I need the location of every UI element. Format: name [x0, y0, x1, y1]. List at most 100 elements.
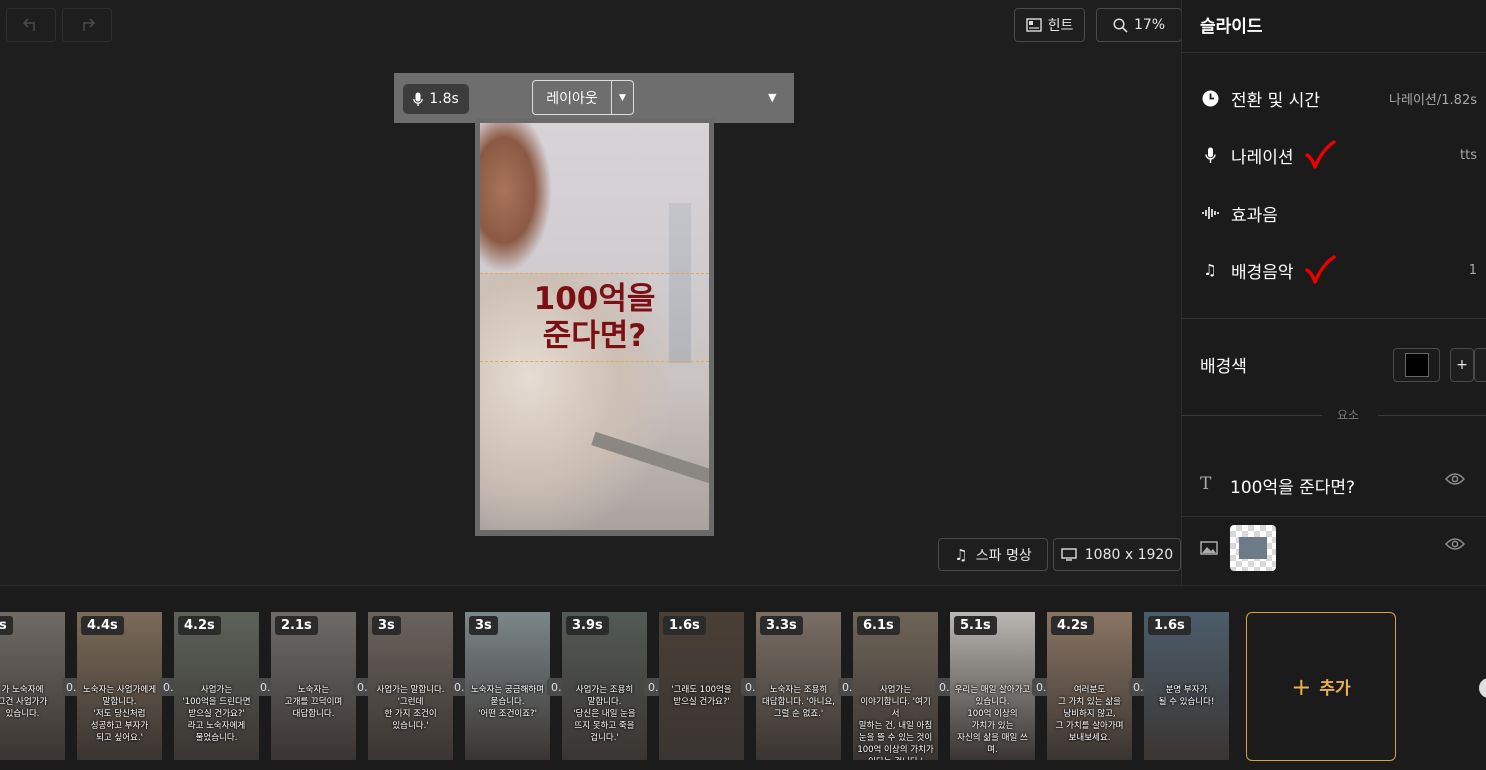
- slide-canvas[interactable]: 100억을 준다면?: [480, 123, 709, 530]
- toolbar-menu-caret[interactable]: ▼: [768, 91, 776, 104]
- clip-caption: 여러분도 그 가치 있는 삶을 낭비하지 않고, 그 가치를 살아가며 보내보세…: [1055, 685, 1124, 743]
- elements-label: 요소: [1337, 408, 1360, 422]
- music-note-icon: ♫: [1203, 261, 1217, 279]
- search-icon: [1113, 17, 1128, 33]
- property-value: tts: [1460, 147, 1477, 163]
- slide-frame: 100억을 준다면?: [475, 118, 714, 536]
- clip-caption: 사업가는 '100억을 드린다면 받으실 건가요?' 라고 노숙자에게 물었습니…: [182, 685, 251, 743]
- plus-icon: +: [1291, 672, 1312, 701]
- timeline-clip[interactable]: 3s 노숙자는 궁금해하며 묻습니다. '어떤 조건이죠?': [465, 612, 550, 760]
- clip-duration: 2.1s: [275, 616, 318, 635]
- background-color-swatch[interactable]: [1393, 348, 1440, 382]
- background-color-label: 배경색: [1200, 357, 1247, 377]
- property-label: 배경음악: [1231, 262, 1294, 283]
- property-label: 효과음: [1231, 205, 1278, 226]
- remove-color-button[interactable]: [1474, 348, 1486, 382]
- person-head: [480, 123, 552, 273]
- text-type-icon: T: [1200, 474, 1212, 494]
- clip-caption: 노숙자는 고개를 끄덕이며 대답합니다.: [284, 685, 343, 719]
- timeline-clip[interactable]: 2s 가 노숙자에 그건 사업가가 있습니다.: [0, 612, 65, 760]
- scroll-handle[interactable]: [1479, 678, 1486, 698]
- divider: [1182, 52, 1486, 53]
- property-transition-time[interactable]: 전환 및 시간 나레이션/1.82s: [1200, 83, 1486, 113]
- hint-icon: [1025, 18, 1042, 32]
- image-type-icon: [1200, 541, 1218, 555]
- microphone-icon: [1200, 147, 1220, 164]
- clock-icon: [1200, 90, 1220, 107]
- element-row-image[interactable]: [1182, 517, 1486, 581]
- undo-icon: [23, 18, 35, 31]
- narration-duration-chip[interactable]: 1.8s: [403, 84, 469, 114]
- zoom-level: 17%: [1133, 17, 1166, 33]
- add-label: 추가: [1319, 679, 1351, 699]
- timeline-clip[interactable]: 5.1s 우리는 매일 살아가고 있습니다. 100억 이상의 가치가 있는 자신…: [950, 612, 1035, 760]
- timeline-clip[interactable]: 3s 사업가는 말합니다. '그런데 한 가지 조건이 있습니다.': [368, 612, 453, 760]
- timeline-clip[interactable]: 4.4s 노숙자는 사업가에게 말합니다. '저도 당신처럼 성공하고 부자가 되…: [77, 612, 162, 760]
- timeline-clip[interactable]: 4.2s 사업가는 '100억을 드린다면 받으실 건가요?' 라고 노숙자에게 …: [174, 612, 259, 760]
- clip-duration: 1.6s: [1148, 616, 1191, 635]
- resolution-button[interactable]: 1080 x 1920: [1053, 538, 1181, 571]
- clip-caption: 가 노숙자에 그건 사업가가 있습니다.: [0, 685, 48, 719]
- property-sound-effect[interactable]: 효과음: [1200, 198, 1486, 228]
- sound-wave-icon: [1200, 206, 1220, 220]
- panel-title: 슬라이드: [1200, 17, 1263, 37]
- check-mark-icon: [1304, 140, 1336, 169]
- timeline-clip[interactable]: 6.1s 사업가는 이야기합니다. '여기서 말하는 건, 내일 아침 눈을 뜰 …: [853, 612, 938, 760]
- eye-icon[interactable]: [1445, 472, 1465, 486]
- music-title: 스파 명상: [975, 547, 1032, 564]
- color-preview: [1404, 353, 1429, 377]
- timeline-clip[interactable]: 1.6s 분명 부자가 될 수 있습니다!: [1144, 612, 1229, 760]
- background-music-button[interactable]: ♫ 스파 명상: [938, 538, 1048, 571]
- clip-caption: 우리는 매일 살아가고 있습니다. 100억 이상의 가치가 있는 자신의 삶을…: [954, 685, 1031, 755]
- clip-duration: 3s: [372, 616, 401, 635]
- property-label: 전환 및 시간: [1231, 90, 1321, 111]
- add-color-button[interactable]: +: [1450, 348, 1474, 382]
- add-slide-button[interactable]: + 추가: [1246, 612, 1396, 761]
- image-thumbnail: [1230, 525, 1276, 571]
- clip-caption: 노숙자는 사업가에게 말합니다. '저도 당신처럼 성공하고 부자가 되고 싶어…: [82, 685, 157, 743]
- clip-duration: 3s: [469, 616, 498, 635]
- check-mark-icon: [1304, 255, 1336, 284]
- layout-button[interactable]: 레이아웃: [532, 80, 612, 115]
- caret-down-icon: ▼: [768, 91, 777, 104]
- resolution-label: 1080 x 1920: [1084, 546, 1174, 563]
- eye-icon[interactable]: [1445, 537, 1465, 551]
- clip-caption: 노숙자는 궁금해하며 묻습니다. '어떤 조건이죠?': [470, 685, 545, 719]
- element-row-text[interactable]: T 100억을 준다면?: [1182, 452, 1486, 516]
- caret-down-icon: ▼: [619, 92, 626, 103]
- microphone-icon: [413, 92, 424, 106]
- timeline-clip[interactable]: 3.3s 노숙자는 조용히 대답합니다. '아니요, 그럴 순 없죠.': [756, 612, 841, 760]
- clip-caption: 노숙자는 조용히 대답합니다. '아니요, 그럴 순 없죠.': [761, 685, 835, 719]
- monitor-icon: [1061, 548, 1077, 561]
- redo-button[interactable]: [62, 8, 112, 42]
- zoom-button[interactable]: 17%: [1096, 8, 1182, 42]
- hint-button[interactable]: 힌트: [1014, 8, 1085, 42]
- clip-caption: 사업가는 말합니다. '그런데 한 가지 조건이 있습니다.': [376, 685, 445, 731]
- divider: [1182, 318, 1486, 319]
- headline-text-box[interactable]: 100억을 준다면?: [480, 273, 709, 362]
- music-note-icon: ♫: [954, 545, 968, 564]
- clip-duration: 3.9s: [566, 616, 609, 635]
- property-background-music[interactable]: ♫ 배경음악 1: [1200, 255, 1486, 285]
- property-narration[interactable]: 나레이션 tts: [1200, 140, 1486, 170]
- timeline-clip[interactable]: 2.1s 노숙자는 고개를 끄덕이며 대답합니다.: [271, 612, 356, 760]
- elements-section-header: 요소: [1182, 404, 1486, 424]
- property-value: 1: [1468, 262, 1477, 278]
- clip-caption: 사업가는 이야기합니다. '여기서 말하는 건, 내일 아침 눈을 뜰 수 있는…: [857, 685, 934, 760]
- timeline-clip[interactable]: 3.9s 사업가는 조용히 말합니다. '당신은 내일 눈을 뜨지 못하고 죽을 …: [562, 612, 647, 760]
- timeline-clip[interactable]: 1.6s '그래도 100억을 받으실 건가요?': [659, 612, 744, 760]
- layout-dropdown-toggle[interactable]: ▼: [612, 80, 634, 115]
- redo-icon: [83, 18, 95, 31]
- timeline-clip[interactable]: 4.2s 여러분도 그 가치 있는 삶을 낭비하지 않고, 그 가치를 살아가며 …: [1047, 612, 1132, 760]
- clip-caption: 사업가는 조용히 말합니다. '당신은 내일 눈을 뜨지 못하고 죽을 겁니다.…: [573, 685, 636, 743]
- clip-duration: 4.4s: [81, 616, 124, 635]
- clip-duration: 4.2s: [1051, 616, 1094, 635]
- slide-timeline: 2s가 노숙자에 그건 사업가가 있습니다.0.3s4.4s노숙자는 사업가에게…: [0, 585, 1486, 770]
- narration-duration: 1.8s: [429, 91, 459, 107]
- undo-button[interactable]: [6, 8, 56, 42]
- clip-duration: 3.3s: [760, 616, 803, 635]
- clip-caption: 분명 부자가 될 수 있습니다!: [1158, 685, 1215, 707]
- clip-duration: 6.1s: [857, 616, 900, 635]
- clip-duration: 2s: [0, 616, 13, 635]
- slide-headline: 100억을 준다면?: [533, 280, 656, 354]
